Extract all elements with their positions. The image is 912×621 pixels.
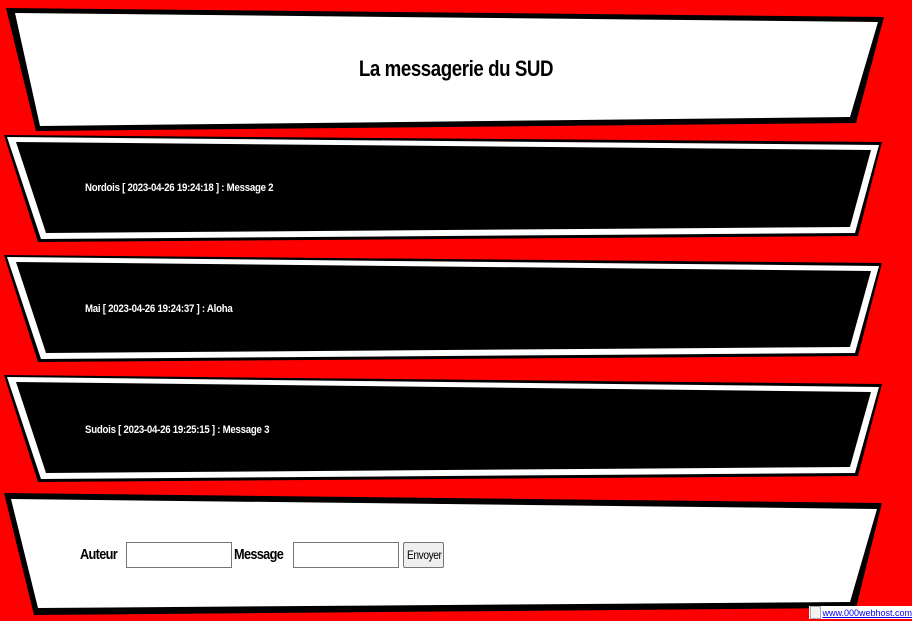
- page-title: La messagerie du SUD: [358, 56, 554, 81]
- send-button-label: Envoyer: [407, 547, 442, 562]
- message-label: Message: [233, 546, 284, 563]
- page: La messagerie du SUD Nordois [ 2023-04-2…: [0, 0, 912, 621]
- footer-hosting-link[interactable]: www.000webhost.com: [809, 606, 912, 619]
- message-input[interactable]: [293, 541, 400, 568]
- send-button[interactable]: Envoyer: [403, 541, 445, 568]
- author-label: Auteur: [80, 546, 118, 563]
- author-input[interactable]: [125, 541, 232, 568]
- broken-image-icon: [810, 606, 822, 619]
- footer-link-text: www.000webhost.com: [822, 607, 912, 618]
- message-item-3: Sudois [ 2023-04-26 19:25:15 ] : Message…: [85, 424, 270, 436]
- message-form: Auteur Message Envoyer: [80, 541, 445, 568]
- message-item-1: Nordois [ 2023-04-26 19:24:18 ] : Messag…: [85, 182, 274, 194]
- message-item-2: Mai [ 2023-04-26 19:24:37 ] : Aloha: [85, 303, 233, 315]
